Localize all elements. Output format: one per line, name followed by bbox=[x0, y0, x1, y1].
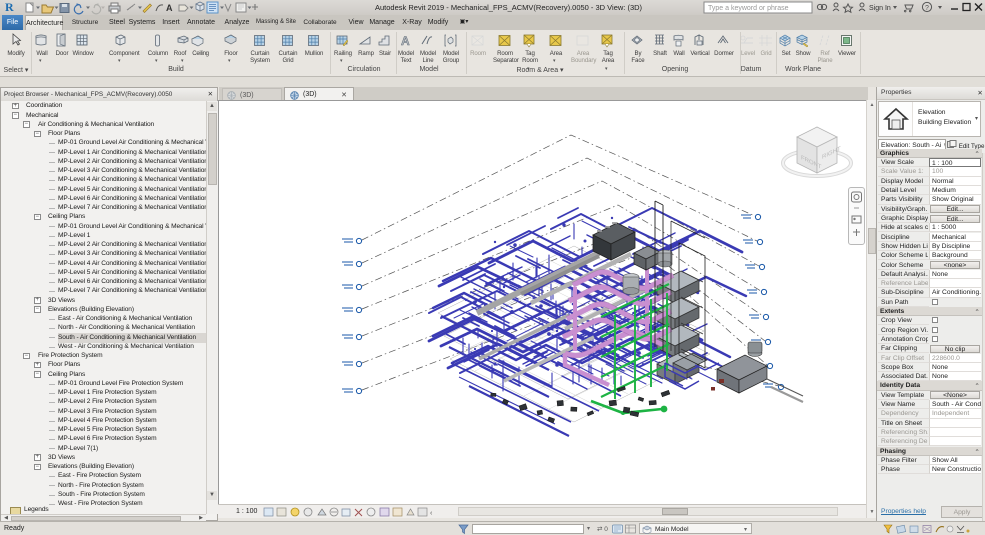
svg-text:Autodesk Revit 2019 - Mechanic: Autodesk Revit 2019 - Mechanical_FPS_ACM… bbox=[375, 3, 643, 12]
svg-text:A: A bbox=[166, 3, 173, 13]
svg-text:‹: ‹ bbox=[430, 510, 433, 517]
svg-text:A: A bbox=[401, 34, 410, 48]
svg-text:Sign In: Sign In bbox=[869, 5, 891, 12]
svg-text:Type a keyword or phrase: Type a keyword or phrase bbox=[708, 5, 789, 12]
svg-text:?: ? bbox=[925, 5, 929, 12]
svg-text:R: R bbox=[5, 0, 14, 14]
